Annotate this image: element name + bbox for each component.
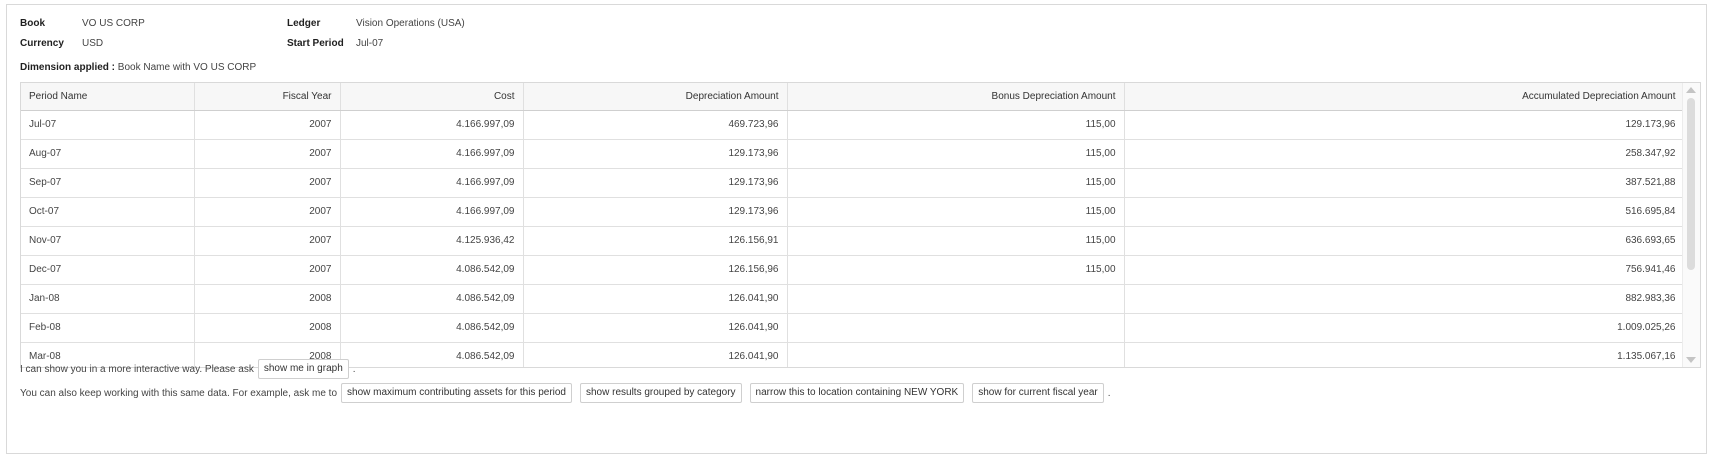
cell-depreciation-amount: 129.173,96: [523, 139, 788, 169]
cell-bonus-depreciation-amount: [787, 284, 1125, 314]
cell-period-name: Sep-07: [21, 168, 195, 198]
cell-accumulated-depreciation-amount: 882.983,36: [1124, 284, 1685, 314]
table-row: Dec-07 2007 4.086.542,09 126.156,96 115,…: [21, 255, 1685, 285]
table-row: Feb-08 2008 4.086.542,09 126.041,90 1.00…: [21, 313, 1685, 343]
cell-period-name: Dec-07: [21, 255, 195, 285]
cell-cost: 4.166.997,09: [340, 197, 524, 227]
cell-accumulated-depreciation-amount: 1.009.025,26: [1124, 313, 1685, 343]
cell-cost: 4.166.997,09: [340, 139, 524, 169]
cell-period-name: Oct-07: [21, 197, 195, 227]
table-row: Oct-07 2007 4.166.997,09 129.173,96 115,…: [21, 197, 1685, 227]
start-period-value: Jul-07: [356, 38, 384, 49]
table-row: Nov-07 2007 4.125.936,42 126.156,91 115,…: [21, 226, 1685, 256]
column-header-accumulated-depreciation-amount[interactable]: Accumulated Depreciation Amount: [1124, 83, 1685, 111]
ledger-value: Vision Operations (USA): [356, 18, 465, 29]
cell-accumulated-depreciation-amount: 636.693,65: [1124, 226, 1685, 256]
followup-suggestion-text: You can also keep working with this same…: [20, 387, 338, 399]
show-in-graph-button[interactable]: show me in graph: [257, 359, 349, 379]
cell-fiscal-year: 2007: [194, 226, 341, 256]
column-header-bonus-depreciation-amount[interactable]: Bonus Depreciation Amount: [787, 83, 1125, 111]
currency-value: USD: [82, 38, 104, 49]
cell-bonus-depreciation-amount: 115,00: [787, 255, 1125, 285]
start-period-label: Start Period: [287, 38, 344, 49]
cell-depreciation-amount: 126.041,90: [523, 284, 788, 314]
table-row: Aug-07 2007 4.166.997,09 129.173,96 115,…: [21, 139, 1685, 169]
cell-period-name: Jan-08: [21, 284, 195, 314]
cell-bonus-depreciation-amount: 115,00: [787, 110, 1125, 140]
narrow-location-button[interactable]: narrow this to location containing NEW Y…: [749, 383, 965, 403]
cell-accumulated-depreciation-amount: 1.135.067,16: [1124, 342, 1685, 367]
group-by-category-button[interactable]: show results grouped by category: [580, 383, 742, 403]
cell-fiscal-year: 2007: [194, 197, 341, 227]
current-fiscal-year-button[interactable]: show for current fiscal year: [972, 383, 1104, 403]
column-header-period-name[interactable]: Period Name: [21, 83, 195, 111]
cell-period-name: Feb-08: [21, 313, 195, 343]
graph-suggestion-end: .: [352, 363, 356, 375]
book-label: Book: [20, 18, 45, 29]
scroll-down-arrow-icon[interactable]: [1686, 357, 1696, 363]
cell-depreciation-amount: 129.173,96: [523, 168, 788, 198]
cell-fiscal-year: 2007: [194, 168, 341, 198]
table-row: Jul-07 2007 4.166.997,09 469.723,96 115,…: [21, 110, 1685, 140]
dimension-value: Book Name with VO US CORP: [117, 62, 257, 73]
cell-bonus-depreciation-amount: 115,00: [787, 139, 1125, 169]
cell-depreciation-amount: 126.041,90: [523, 342, 788, 367]
column-header-fiscal-year[interactable]: Fiscal Year: [194, 83, 341, 111]
graph-suggestion-text: I can show you in a more interactive way…: [20, 363, 254, 375]
cell-depreciation-amount: 126.156,91: [523, 226, 788, 256]
cell-depreciation-amount: 126.156,96: [523, 255, 788, 285]
cell-bonus-depreciation-amount: [787, 313, 1125, 343]
column-header-depreciation-amount[interactable]: Depreciation Amount: [523, 83, 788, 111]
cell-depreciation-amount: 129.173,96: [523, 197, 788, 227]
vertical-scrollbar[interactable]: [1682, 83, 1700, 367]
graph-suggestion-line: I can show you in a more interactive way…: [20, 359, 356, 379]
cell-fiscal-year: 2008: [194, 313, 341, 343]
cell-cost: 4.086.542,09: [340, 255, 524, 285]
currency-label: Currency: [20, 38, 64, 49]
cell-accumulated-depreciation-amount: 387.521,88: [1124, 168, 1685, 198]
cell-bonus-depreciation-amount: 115,00: [787, 226, 1125, 256]
cell-cost: 4.086.542,09: [340, 313, 524, 343]
column-header-cost[interactable]: Cost: [340, 83, 524, 111]
cell-accumulated-depreciation-amount: 258.347,92: [1124, 139, 1685, 169]
result-card: Book VO US CORP Currency USD Ledger Visi…: [6, 4, 1707, 454]
cell-cost: 4.166.997,09: [340, 168, 524, 198]
cell-depreciation-amount: 469.723,96: [523, 110, 788, 140]
cell-cost: 4.166.997,09: [340, 110, 524, 140]
cell-accumulated-depreciation-amount: 129.173,96: [1124, 110, 1685, 140]
scroll-thumb[interactable]: [1687, 98, 1695, 270]
depreciation-table: Period Name Fiscal Year Cost Depreciatio…: [21, 83, 1685, 367]
book-value: VO US CORP: [82, 18, 145, 29]
followup-suggestion-line: You can also keep working with this same…: [20, 383, 1111, 403]
cell-period-name: Jul-07: [21, 110, 195, 140]
data-table-container[interactable]: Period Name Fiscal Year Cost Depreciatio…: [20, 82, 1701, 368]
cell-cost: 4.125.936,42: [340, 226, 524, 256]
cell-fiscal-year: 2008: [194, 284, 341, 314]
followup-suggestion-end: .: [1107, 387, 1111, 399]
cell-fiscal-year: 2007: [194, 255, 341, 285]
cell-period-name: Aug-07: [21, 139, 195, 169]
cell-fiscal-year: 2007: [194, 110, 341, 140]
dimension-applied: Dimension applied : Book Name with VO US…: [20, 62, 256, 73]
cell-period-name: Nov-07: [21, 226, 195, 256]
ledger-label: Ledger: [287, 18, 321, 29]
cell-bonus-depreciation-amount: 115,00: [787, 168, 1125, 198]
scroll-up-arrow-icon[interactable]: [1686, 87, 1696, 93]
max-contributing-assets-button[interactable]: show maximum contributing assets for thi…: [341, 383, 572, 403]
dimension-label: Dimension applied :: [20, 62, 116, 73]
cell-accumulated-depreciation-amount: 756.941,46: [1124, 255, 1685, 285]
table-row: Jan-08 2008 4.086.542,09 126.041,90 882.…: [21, 284, 1685, 314]
cell-bonus-depreciation-amount: [787, 342, 1125, 367]
cell-accumulated-depreciation-amount: 516.695,84: [1124, 197, 1685, 227]
cell-depreciation-amount: 126.041,90: [523, 313, 788, 343]
table-row: Sep-07 2007 4.166.997,09 129.173,96 115,…: [21, 168, 1685, 198]
table-header-row: Period Name Fiscal Year Cost Depreciatio…: [21, 83, 1685, 111]
cell-cost: 4.086.542,09: [340, 284, 524, 314]
cell-cost: 4.086.542,09: [340, 342, 524, 367]
cell-bonus-depreciation-amount: 115,00: [787, 197, 1125, 227]
cell-fiscal-year: 2007: [194, 139, 341, 169]
